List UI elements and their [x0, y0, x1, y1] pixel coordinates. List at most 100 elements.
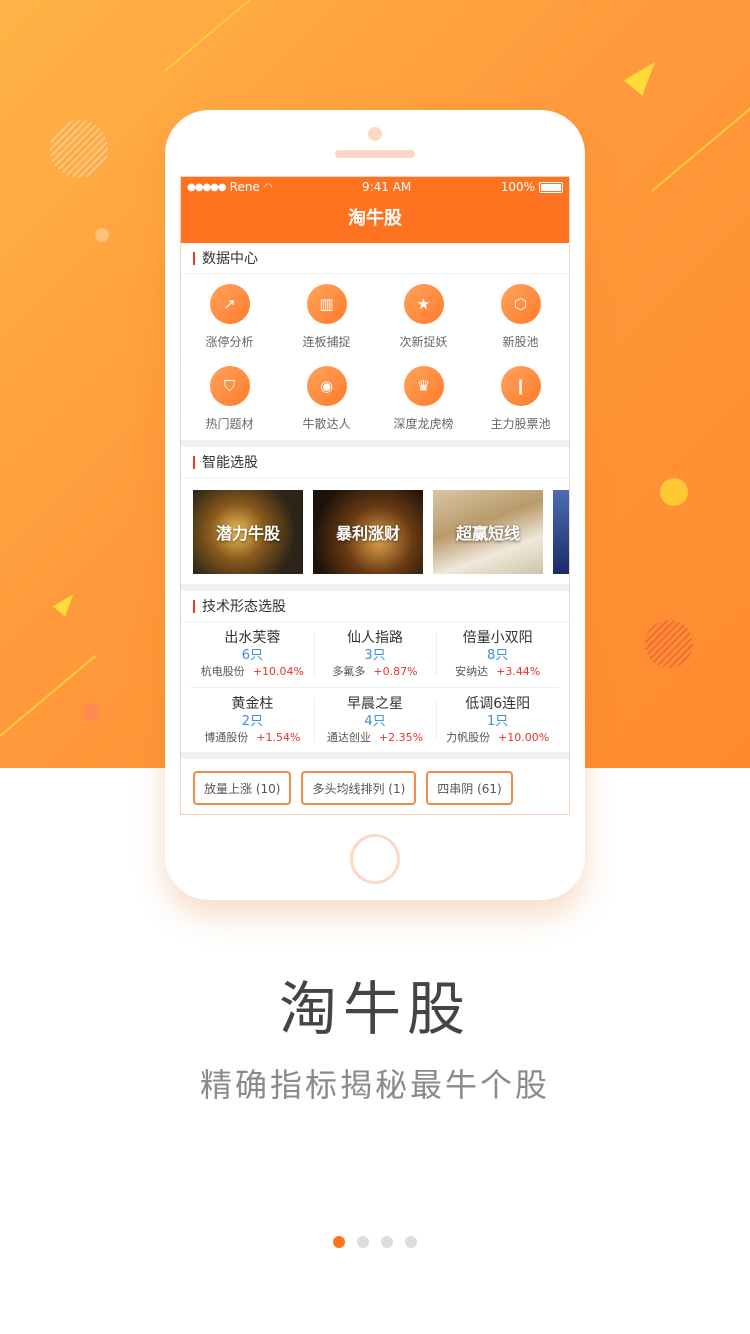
- decor-line: [164, 0, 250, 72]
- pattern-name: 早晨之星: [347, 695, 403, 712]
- phone-mockup: ●●●●● Rene ◠ 9:41 AM 100% 淘牛股 数据中心 ↗ 涨停分析…: [165, 110, 585, 900]
- data-center-grid: ↗ 涨停分析 ▥ 连板捕捉 ★ 次新捉妖 ⬡ 新股池 ⛉ 热门题材 ◉ 牛散达人 ♛ 深度龙虎榜 ❙ 主力股票…: [181, 274, 569, 440]
- smart-card-big-profit[interactable]: 暴利涨财: [313, 490, 423, 574]
- data-center-item[interactable]: ♛ 深度龙虎榜: [375, 366, 472, 448]
- pattern-example: 杭电股份 +10.04%: [201, 664, 304, 680]
- decor-line: [0, 654, 97, 737]
- smart-card-potential-bull[interactable]: 潜力牛股: [193, 490, 303, 574]
- pattern-name: 出水芙蓉: [224, 630, 281, 646]
- smart-card-label: 超赢短线: [455, 524, 520, 543]
- smart-card-label: 潜力牛股: [215, 524, 280, 543]
- pattern-example: 力帆股份 +10.00%: [446, 730, 549, 746]
- tag-label: 四串阴 (61): [437, 781, 502, 796]
- pager-dot[interactable]: [381, 1236, 393, 1248]
- pattern-count: 6只: [241, 648, 263, 663]
- stock-change: +1.54%: [256, 730, 301, 744]
- tech-pattern-item[interactable]: 倍量小双阳 8只 安纳达 +3.44%: [436, 622, 559, 687]
- pager-dot[interactable]: [333, 1236, 345, 1248]
- smart-picks-carousel[interactable]: 潜力牛股 暴利涨财 超赢短线: [181, 478, 569, 584]
- pattern-count: 4只: [364, 713, 386, 729]
- phone-speaker: [335, 150, 415, 158]
- stock-change: +10.00%: [498, 730, 550, 744]
- status-time: 9:41 AM: [361, 180, 412, 194]
- tech-pattern-row: 黄金柱 2只 博通股份 +1.54% 早晨之星 4只 通达创业 +2.35% 低调6连阳 1只 力帆…: [191, 687, 559, 752]
- stock-change: +2.35%: [378, 730, 424, 744]
- ipo-icon: ⬡: [500, 284, 541, 324]
- carrier-label: Rene: [229, 180, 260, 194]
- stock-name: 安纳达: [455, 665, 489, 678]
- data-center-item-label: 涨停分析: [205, 335, 254, 349]
- decor-dot: [95, 228, 109, 242]
- data-center-item-label: 连板捕捉: [302, 335, 351, 349]
- section-accent-bar: [193, 455, 195, 469]
- section-accent-bar: [193, 599, 195, 613]
- promo-title: 淘牛股: [278, 975, 471, 1043]
- pattern-name: 仙人指路: [347, 630, 403, 646]
- tag-bull-ma[interactable]: 多头均线排列 (1): [301, 771, 417, 805]
- data-center-item[interactable]: ⛉ 热门题材: [181, 366, 278, 448]
- data-center-item[interactable]: ★ 次新捉妖: [375, 284, 472, 366]
- promo-subtitle: 精确指标揭秘最牛个股: [199, 1066, 550, 1104]
- tech-pattern-row: 出水芙蓉 6只 杭电股份 +10.04% 仙人指路 3只 多氟多 +0.87% 倍量小双阳 8只安…: [191, 622, 559, 687]
- tech-pattern-item[interactable]: 黄金柱 2只 博通股份 +1.54%: [191, 688, 314, 752]
- smart-card-partial[interactable]: [553, 490, 569, 574]
- pager-dot[interactable]: [357, 1236, 369, 1248]
- signal-icon: ●●●●●: [187, 181, 227, 193]
- tag-four-yin[interactable]: 四串阴 (61): [426, 771, 513, 805]
- data-center-item[interactable]: ▥ 连板捕捉: [278, 284, 375, 366]
- section-header-data-center: 数据中心: [181, 243, 569, 274]
- decor-striped-circle: [50, 120, 108, 178]
- decor-striped-circle: [645, 620, 693, 668]
- pattern-name: 黄金柱: [231, 695, 274, 712]
- decor-triangle: [623, 54, 665, 96]
- page-indicator: [333, 1236, 417, 1248]
- shield-trend-icon: ⛉: [209, 366, 250, 406]
- tech-pattern-grid: 出水芙蓉 6只 杭电股份 +10.04% 仙人指路 3只 多氟多 +0.87% 倍量小双阳 8只安…: [181, 622, 569, 752]
- data-center-item[interactable]: ↗ 涨停分析: [181, 284, 278, 366]
- pattern-count: 1只: [487, 713, 509, 729]
- pager-dot[interactable]: [405, 1236, 417, 1248]
- stock-name: 杭电股份: [200, 665, 245, 678]
- tech-pattern-item[interactable]: 低调6连阳 1只 力帆股份 +10.00%: [436, 688, 559, 752]
- pattern-count: 3只: [364, 648, 386, 663]
- candlestick-icon: ❙: [500, 366, 541, 406]
- data-center-item-label: 深度龙虎榜: [393, 417, 454, 431]
- tag-label: 多头均线排列 (1): [312, 781, 406, 796]
- stock-name: 力帆股份: [446, 730, 491, 744]
- data-center-item[interactable]: ❙ 主力股票池: [472, 366, 569, 448]
- section-header-smart-picks: 智能选股: [181, 447, 569, 478]
- stock-name: 通达创业: [326, 730, 371, 744]
- stock-change: +3.44%: [496, 665, 541, 678]
- app-title: 淘牛股: [348, 208, 402, 229]
- stock-name: 多氟多: [332, 665, 366, 678]
- pattern-example: 安纳达 +3.44%: [455, 664, 540, 680]
- section-divider: [181, 584, 569, 591]
- section-title: 技术形态选股: [202, 599, 286, 615]
- data-center-item[interactable]: ◉ 牛散达人: [278, 366, 375, 448]
- decor-dot: [82, 703, 100, 721]
- pattern-example: 多氟多 +0.87%: [332, 664, 417, 680]
- section-accent-bar: [193, 251, 195, 265]
- tag-label: 放量上涨 (10): [204, 781, 281, 796]
- smart-card-short-term[interactable]: 超赢短线: [433, 490, 543, 574]
- smart-card-label: 暴利涨财: [335, 524, 400, 543]
- battery-label: 100%: [500, 180, 535, 194]
- trophy-icon: ♛: [403, 366, 444, 406]
- decor-dot: [660, 478, 688, 506]
- tech-pattern-item[interactable]: 早晨之星 4只 通达创业 +2.35%: [313, 688, 437, 752]
- pattern-example: 通达创业 +2.35%: [327, 730, 423, 746]
- pattern-count: 2只: [241, 713, 263, 729]
- data-center-item-label: 热门题材: [205, 417, 254, 431]
- phone-home-button: [350, 834, 400, 884]
- monitor-chart-icon: ▥: [306, 284, 347, 324]
- tech-pattern-item[interactable]: 仙人指路 3只 多氟多 +0.87%: [313, 622, 437, 687]
- stock-change: +10.04%: [252, 665, 304, 678]
- section-header-tech-patterns: 技术形态选股: [181, 591, 569, 622]
- battery-icon: [539, 181, 563, 193]
- tag-volume-up[interactable]: 放量上涨 (10): [193, 771, 292, 805]
- data-center-item-label: 牛散达人: [302, 417, 351, 431]
- data-center-item[interactable]: ⬡ 新股池: [472, 284, 569, 366]
- pattern-name: 低调6连阳: [465, 695, 531, 712]
- decor-line: [651, 100, 750, 192]
- tech-pattern-item[interactable]: 出水芙蓉 6只杭电股份 +10.04%: [191, 622, 314, 687]
